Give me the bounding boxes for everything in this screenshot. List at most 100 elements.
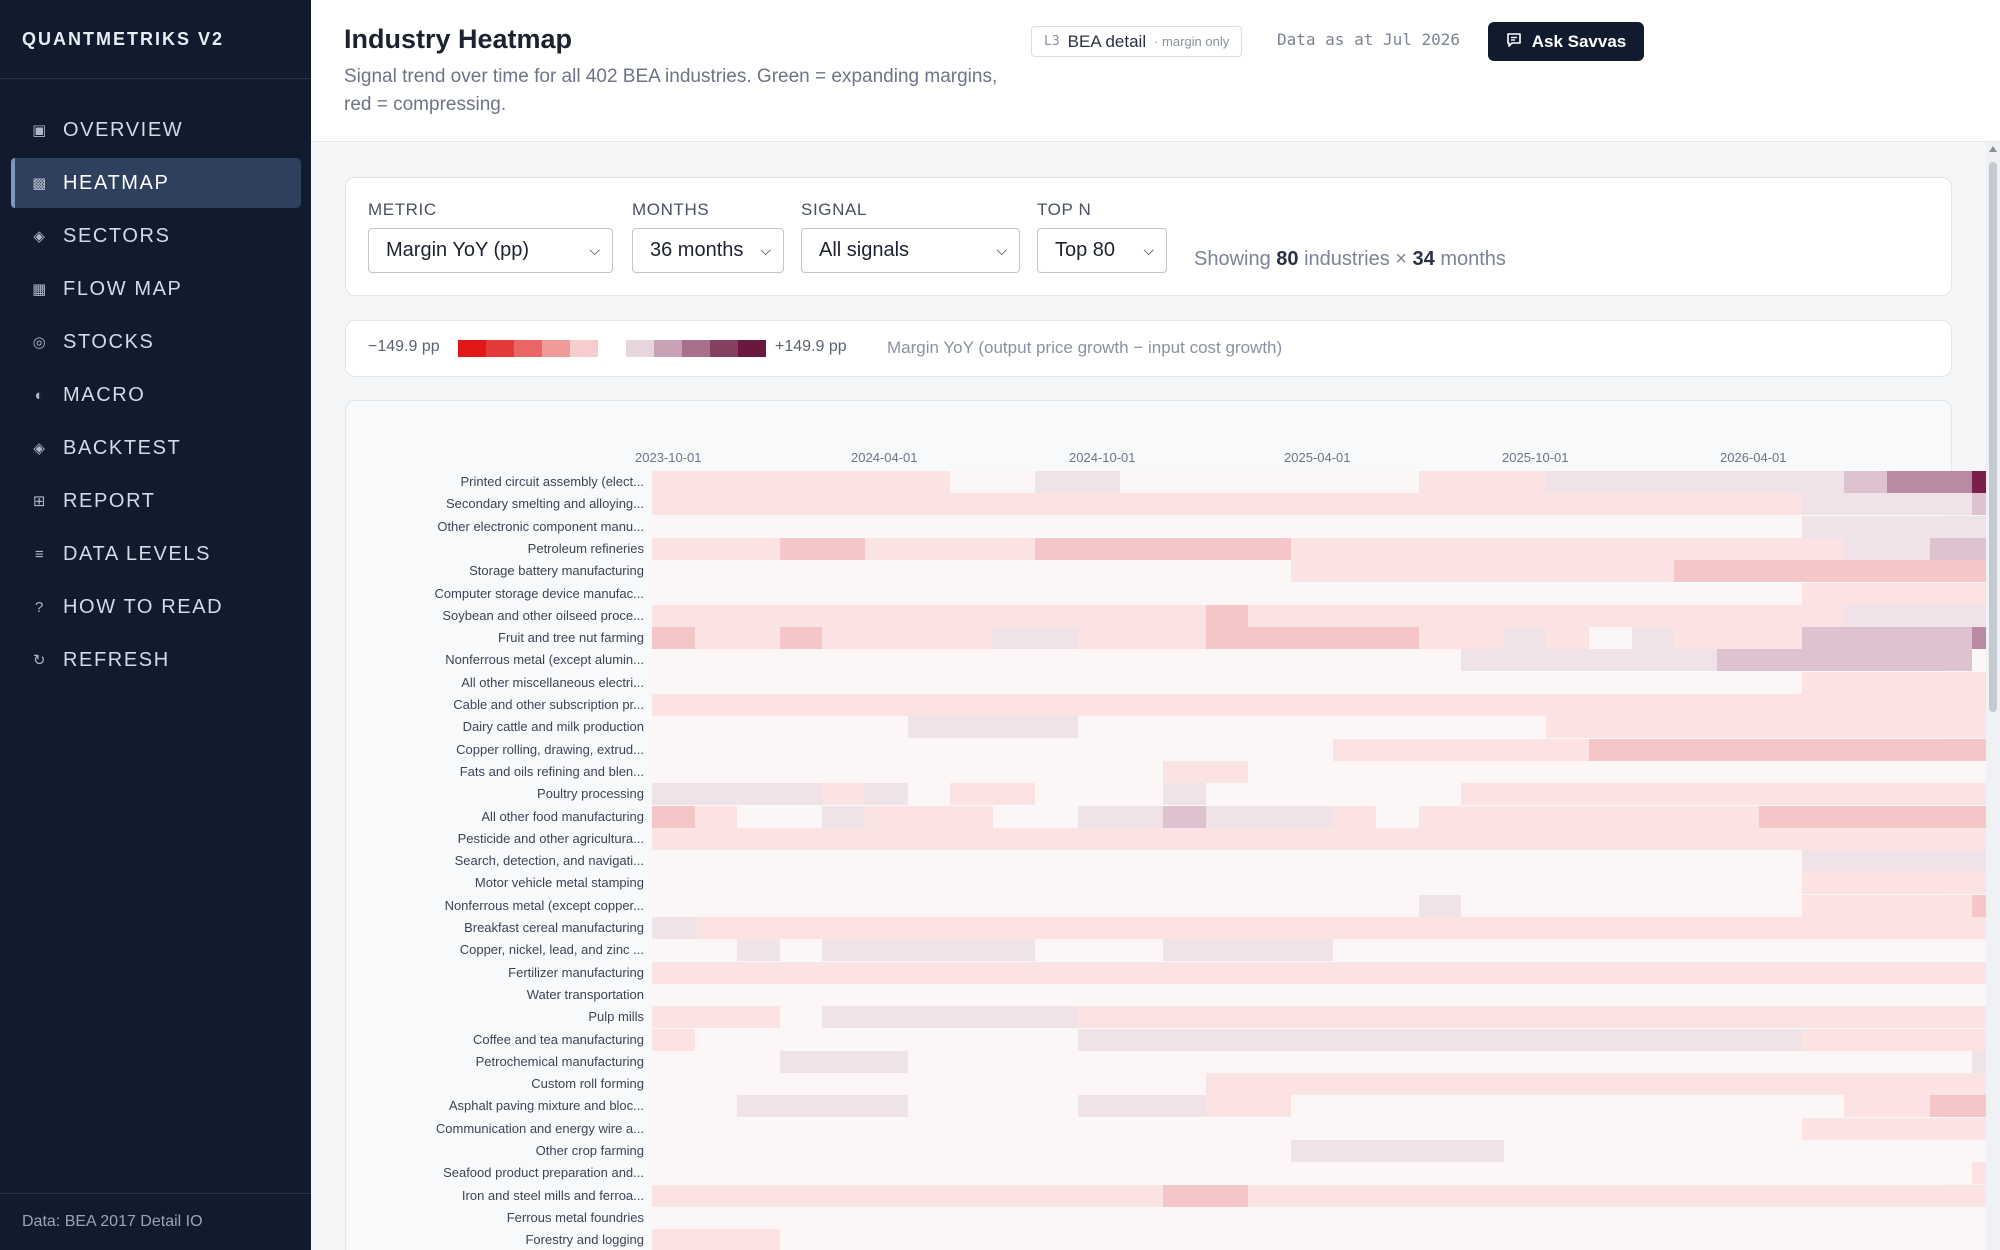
heatmap-cell[interactable] [737, 1028, 780, 1051]
heatmap-cell[interactable] [779, 493, 823, 516]
heatmap-cell[interactable] [864, 872, 908, 895]
heatmap-cell[interactable] [1929, 783, 1973, 806]
heatmap-cell[interactable] [950, 471, 993, 493]
heatmap-cell[interactable] [1205, 1140, 1249, 1162]
heatmap-cell[interactable] [1631, 805, 1675, 828]
heatmap-cell[interactable] [1077, 1162, 1121, 1185]
heatmap-cell[interactable] [779, 627, 823, 650]
heatmap-cell[interactable] [694, 827, 738, 850]
heatmap-cell[interactable] [1887, 604, 1930, 627]
heatmap-cell[interactable] [1120, 1073, 1164, 1096]
heatmap-cell[interactable] [864, 917, 908, 939]
heatmap-row[interactable]: Copper, nickel, lead, and zinc ... [346, 939, 2000, 962]
heatmap-cell[interactable] [1205, 783, 1249, 806]
heatmap-cell[interactable] [950, 827, 993, 850]
heatmap-cell[interactable] [1887, 1006, 1930, 1029]
heatmap-cell[interactable] [1077, 738, 1121, 761]
heatmap-row[interactable]: Cable and other subscription pr... [346, 694, 2000, 716]
heatmap-cell[interactable] [1290, 760, 1334, 783]
heatmap-cell[interactable] [1844, 917, 1888, 939]
heatmap-cell[interactable] [950, 1006, 993, 1029]
heatmap-cell[interactable] [1759, 627, 1802, 650]
heatmap-row[interactable]: Communication and energy wire a... [346, 1117, 2000, 1140]
heatmap-cell[interactable] [1503, 738, 1547, 761]
heatmap-cell[interactable] [1716, 627, 1760, 650]
heatmap-cell[interactable] [1077, 1006, 1121, 1029]
heatmap-cell[interactable] [1546, 1073, 1589, 1096]
heatmap-cell[interactable] [1631, 1206, 1675, 1229]
heatmap-cell[interactable] [1759, 560, 1802, 583]
heatmap-cell[interactable] [1503, 471, 1547, 493]
heatmap-cell[interactable] [1716, 783, 1760, 806]
heatmap-cell[interactable] [1248, 1006, 1291, 1029]
heatmap-cell[interactable] [1631, 760, 1675, 783]
heatmap-cell[interactable] [1631, 671, 1675, 694]
heatmap-cell[interactable] [1205, 983, 1249, 1006]
heatmap-cell[interactable] [1631, 827, 1675, 850]
heatmap-cell[interactable] [1376, 493, 1419, 516]
heatmap-cell[interactable] [1035, 1006, 1078, 1029]
heatmap-cell[interactable] [1418, 1028, 1462, 1051]
heatmap-cell[interactable] [1759, 783, 1802, 806]
heatmap-cell[interactable] [1887, 738, 1930, 761]
heatmap-cell[interactable] [1035, 1117, 1078, 1140]
scroll-up-arrow-icon[interactable] [1989, 146, 1997, 152]
heatmap-cell[interactable] [1716, 493, 1760, 516]
heatmap-cell[interactable] [1333, 1229, 1376, 1250]
heatmap-cell[interactable] [1759, 1028, 1802, 1051]
heatmap-cell[interactable] [1887, 716, 1930, 739]
heatmap-cell[interactable] [822, 894, 865, 917]
heatmap-cell[interactable] [1801, 760, 1845, 783]
heatmap-cell[interactable] [1801, 1229, 1845, 1250]
heatmap-cell[interactable] [864, 1162, 908, 1185]
heatmap-cell[interactable] [1887, 537, 1930, 560]
heatmap-cell[interactable] [1035, 1162, 1078, 1185]
heatmap-cell[interactable] [737, 1184, 780, 1207]
heatmap-cell[interactable] [1461, 783, 1504, 806]
heatmap-cell[interactable] [1035, 671, 1078, 694]
heatmap-cell[interactable] [822, 694, 865, 716]
heatmap-cell[interactable] [1333, 1095, 1376, 1118]
heatmap-cell[interactable] [1120, 917, 1164, 939]
heatmap-cell[interactable] [1887, 760, 1930, 783]
heatmap-cell[interactable] [1674, 1095, 1717, 1118]
heatmap-row[interactable]: Breakfast cereal manufacturing [346, 917, 2000, 939]
heatmap-cell[interactable] [1163, 1050, 1206, 1073]
heatmap-cell[interactable] [1929, 939, 1973, 962]
heatmap-cell[interactable] [1588, 760, 1632, 783]
heatmap-cell[interactable] [1461, 582, 1504, 605]
heatmap-cell[interactable] [822, 1117, 865, 1140]
heatmap-cell[interactable] [652, 493, 695, 516]
heatmap-cell[interactable] [1376, 760, 1419, 783]
heatmap-cell[interactable] [1205, 917, 1249, 939]
heatmap-cell[interactable] [1333, 694, 1376, 716]
heatmap-cell[interactable] [1631, 917, 1675, 939]
heatmap-cell[interactable] [1929, 649, 1973, 672]
heatmap-cell[interactable] [1163, 1140, 1206, 1162]
heatmap-cell[interactable] [1503, 582, 1547, 605]
heatmap-cell[interactable] [907, 1229, 951, 1250]
heatmap-cell[interactable] [1120, 649, 1164, 672]
heatmap-cell[interactable] [1077, 939, 1121, 962]
heatmap-cell[interactable] [1631, 1073, 1675, 1096]
heatmap-cell[interactable] [864, 649, 908, 672]
heatmap-cell[interactable] [1631, 1229, 1675, 1250]
heatmap-cell[interactable] [779, 760, 823, 783]
heatmap-cell[interactable] [822, 1140, 865, 1162]
heatmap-cell[interactable] [1759, 805, 1802, 828]
heatmap-cell[interactable] [1716, 1206, 1760, 1229]
heatmap-cell[interactable] [1376, 1050, 1419, 1073]
heatmap-cell[interactable] [1418, 961, 1462, 984]
heatmap-cell[interactable] [1844, 961, 1888, 984]
heatmap-cell[interactable] [737, 716, 780, 739]
heatmap-cell[interactable] [1120, 1028, 1164, 1051]
heatmap-cell[interactable] [1376, 850, 1419, 873]
heatmap-cell[interactable] [864, 1073, 908, 1096]
heatmap-cell[interactable] [1205, 515, 1249, 538]
heatmap-cell[interactable] [864, 1050, 908, 1073]
heatmap-cell[interactable] [1120, 1140, 1164, 1162]
heatmap-cell[interactable] [822, 961, 865, 984]
heatmap-cell[interactable] [1163, 738, 1206, 761]
heatmap-cell[interactable] [1290, 671, 1334, 694]
heatmap-cell[interactable] [1844, 627, 1888, 650]
